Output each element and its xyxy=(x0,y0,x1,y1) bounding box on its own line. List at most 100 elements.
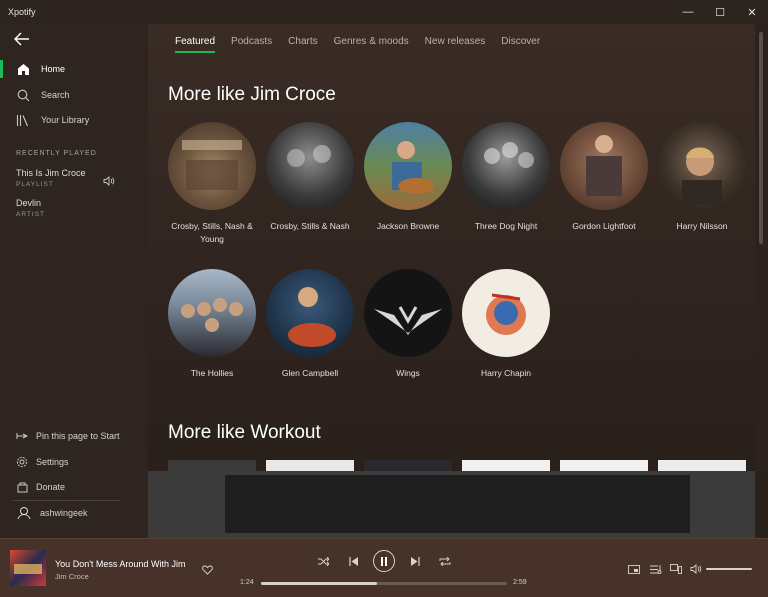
tab-genres-moods[interactable]: Genres & moods xyxy=(334,36,409,53)
recent-item-artist[interactable]: Devlin ARTIST xyxy=(16,198,136,218)
artist-name: Three Dog Night xyxy=(474,221,538,231)
browse-tabs: Featured Podcasts Charts Genres & moods … xyxy=(175,36,556,53)
volume-slider[interactable] xyxy=(706,568,752,570)
artist-image xyxy=(364,122,452,210)
queue-button[interactable] xyxy=(649,563,663,575)
shuffle-icon xyxy=(317,556,329,566)
artist-image xyxy=(168,269,256,357)
tab-new-releases[interactable]: New releases xyxy=(425,36,486,53)
sidebar-item-label: Donate xyxy=(36,482,66,492)
like-button[interactable] xyxy=(202,562,213,580)
pin-to-start-button[interactable]: Pin this page to Start xyxy=(0,425,148,447)
back-button[interactable] xyxy=(14,32,32,48)
artist-card[interactable]: Three Dog Night xyxy=(457,122,555,233)
playlist-thumbnail[interactable] xyxy=(462,460,550,471)
sidebar-item-label: Pin this page to Start xyxy=(36,431,120,441)
seek-bar-fill xyxy=(261,582,377,585)
tab-discover[interactable]: Discover xyxy=(501,36,540,53)
donate-button[interactable]: Donate xyxy=(0,476,148,498)
library-icon xyxy=(16,113,30,127)
playlist-thumbnail[interactable] xyxy=(266,460,354,471)
artist-image xyxy=(462,269,550,357)
seek-bar[interactable] xyxy=(261,582,507,585)
artist-image xyxy=(364,269,452,357)
artist-card[interactable]: Crosby, Stills, Nash & Young xyxy=(163,122,261,246)
playlist-thumbnail[interactable] xyxy=(560,460,648,471)
previous-button[interactable] xyxy=(347,555,359,567)
next-button[interactable] xyxy=(409,555,421,567)
recent-item-name: This Is Jim Croce xyxy=(16,168,86,178)
tab-podcasts[interactable]: Podcasts xyxy=(231,36,272,53)
album-cover[interactable] xyxy=(10,550,46,586)
gear-icon xyxy=(15,455,29,469)
artist-name: Harry Nilsson xyxy=(676,221,728,231)
queue-icon xyxy=(650,564,662,574)
heart-icon xyxy=(202,565,213,575)
window-controls: — ☐ ✕ xyxy=(672,0,768,24)
user-name: ashwingeek xyxy=(40,508,88,518)
now-playing-speaker-icon xyxy=(103,173,115,191)
sidebar-item-label: Home xyxy=(41,64,66,74)
sidebar-item-home[interactable]: Home xyxy=(0,58,148,80)
sidebar-item-label: Search xyxy=(41,90,70,100)
artist-card[interactable]: Crosby, Stills & Nash xyxy=(261,122,359,233)
recently-played-heading: RECENTLY PLAYED xyxy=(16,150,97,157)
track-artist[interactable]: Jim Croce xyxy=(55,572,89,581)
artist-card[interactable]: Harry Nilsson xyxy=(653,122,751,233)
shuffle-button[interactable] xyxy=(316,555,330,567)
artist-card[interactable]: Wings xyxy=(359,269,457,380)
pause-icon xyxy=(381,556,387,566)
pin-icon xyxy=(15,429,29,443)
tab-featured[interactable]: Featured xyxy=(175,36,216,53)
video-box xyxy=(225,475,690,533)
settings-button[interactable]: Settings xyxy=(0,451,148,473)
mini-player-icon xyxy=(628,564,640,574)
close-button[interactable]: ✕ xyxy=(736,0,768,24)
user-profile-button[interactable]: ashwingeek xyxy=(0,502,148,524)
volume-icon xyxy=(690,564,702,574)
artist-name: Wings xyxy=(396,368,420,378)
search-icon xyxy=(16,88,30,102)
artist-name: Gordon Lightfoot xyxy=(572,221,636,231)
recent-item-name: Devlin xyxy=(16,198,42,208)
devices-icon xyxy=(670,564,682,574)
app-title: Xpotify xyxy=(8,7,36,17)
user-icon xyxy=(17,506,31,520)
volume-button[interactable] xyxy=(689,563,703,575)
player-bar: You Don't Mess Around With Jim Jim Croce… xyxy=(0,538,768,597)
playlist-thumbnail[interactable] xyxy=(168,460,256,471)
repeat-button[interactable] xyxy=(438,555,452,567)
next-icon xyxy=(410,556,420,566)
artist-name: The Hollies xyxy=(190,368,234,378)
donate-icon xyxy=(15,480,29,494)
sidebar-item-search[interactable]: Search xyxy=(0,84,148,106)
maximize-button[interactable]: ☐ xyxy=(704,0,736,24)
previous-icon xyxy=(348,556,358,566)
artist-image xyxy=(560,122,648,210)
section-title: More like Workout xyxy=(168,422,321,443)
artist-card[interactable]: Glen Campbell xyxy=(261,269,359,380)
sidebar: Home Search Your Library RECENTLY PLAYED… xyxy=(0,24,148,538)
minimize-button[interactable]: — xyxy=(672,0,704,24)
scroll-thumb[interactable] xyxy=(759,32,763,244)
artist-card[interactable]: Jackson Browne xyxy=(359,122,457,233)
artist-image xyxy=(168,122,256,210)
scrollbar[interactable] xyxy=(755,24,768,471)
artist-image xyxy=(266,269,354,357)
playlist-thumbnail[interactable] xyxy=(658,460,746,471)
devices-button[interactable] xyxy=(669,563,683,575)
artist-card[interactable]: Harry Chapin xyxy=(457,269,555,380)
mini-player-button[interactable] xyxy=(627,563,641,575)
playlist-thumbnail[interactable] xyxy=(364,460,452,471)
artist-card[interactable]: Gordon Lightfoot xyxy=(555,122,653,233)
artist-image xyxy=(462,122,550,210)
play-pause-button[interactable] xyxy=(373,550,395,572)
section-title: More like Jim Croce xyxy=(168,84,336,105)
track-title[interactable]: You Don't Mess Around With Jim xyxy=(55,559,185,569)
sidebar-item-library[interactable]: Your Library xyxy=(0,109,148,131)
recent-item-playlist[interactable]: This Is Jim Croce PLAYLIST xyxy=(16,168,136,188)
artist-name: Glen Campbell xyxy=(281,368,339,378)
main-content: Featured Podcasts Charts Genres & moods … xyxy=(148,24,755,471)
artist-card[interactable]: The Hollies xyxy=(163,269,261,380)
tab-charts[interactable]: Charts xyxy=(288,36,317,53)
